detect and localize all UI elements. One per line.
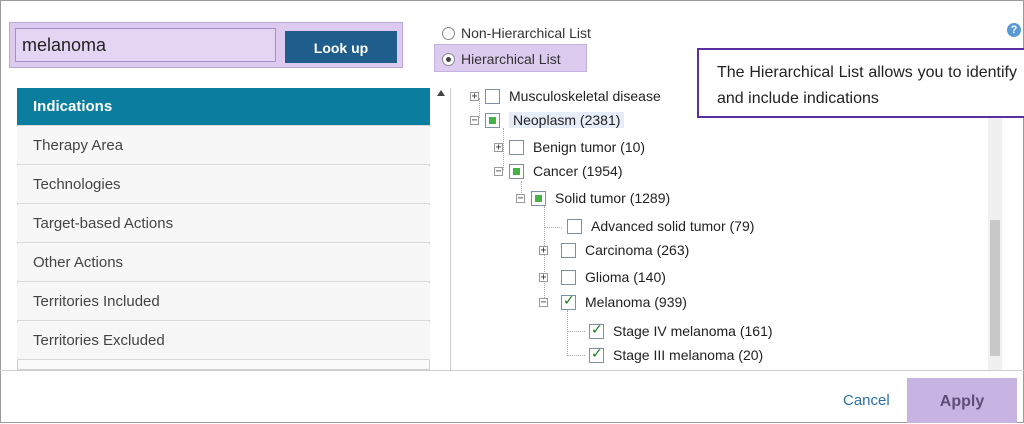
radio-button[interactable] (442, 26, 455, 40)
tree-node-solid-tumor[interactable]: − Solid tumor (1289) (516, 187, 670, 209)
radio-label: Hierarchical List (461, 51, 561, 67)
apply-button[interactable]: Apply (907, 378, 1017, 423)
tree-node-cancer[interactable]: − Cancer (1954) (494, 160, 623, 182)
radio-button-selected[interactable] (442, 52, 455, 66)
footer-divider (0, 370, 1024, 371)
tooltip-callout: The Hierarchical List allows you to iden… (697, 48, 1024, 118)
tree-node-melanoma[interactable]: − Melanoma (939) (539, 291, 687, 313)
tree-node-label: Neoplasm (2381) (509, 112, 625, 128)
nav-item-other-actions[interactable]: Other Actions (17, 244, 430, 282)
checkbox[interactable] (567, 218, 582, 234)
nav-item-indications[interactable]: Indications (17, 88, 430, 126)
tree-connector (544, 227, 562, 228)
checkbox[interactable] (561, 242, 576, 258)
collapse-icon[interactable]: − (494, 166, 503, 176)
checkbox[interactable] (485, 88, 500, 104)
radio-label: Non-Hierarchical List (461, 25, 591, 41)
checkbox-checked[interactable] (589, 322, 604, 339)
tree-connector (567, 355, 585, 356)
tree-scrollbar-thumb[interactable] (990, 220, 1000, 356)
checkbox[interactable] (509, 139, 524, 155)
scroll-up-arrow-icon[interactable] (437, 90, 445, 96)
checkbox[interactable] (561, 269, 576, 285)
checkbox-partial[interactable] (485, 112, 500, 128)
tree-node-label: Benign tumor (10) (533, 139, 646, 155)
tree-node-label: Advanced solid tumor (79) (591, 218, 755, 234)
nav-item-territories-excluded[interactable]: Territories Excluded (17, 322, 430, 360)
collapse-icon[interactable]: − (470, 115, 479, 125)
tree-node-stage-iii-melanoma[interactable]: Stage III melanoma (20) (589, 344, 763, 366)
checkbox-checked[interactable] (589, 346, 604, 363)
tree-node-label: Stage III melanoma (20) (613, 347, 764, 363)
collapse-icon[interactable]: − (539, 297, 548, 307)
question-icon[interactable]: ? (1007, 23, 1021, 37)
checkbox-checked[interactable] (561, 293, 576, 310)
nav-item-territories-included[interactable]: Territories Included (17, 283, 430, 321)
tree-node-neoplasm[interactable]: − Neoplasm (2381) (470, 109, 625, 131)
tree-node-label: Melanoma (939) (585, 294, 687, 310)
tree-node-label: Cancer (1954) (533, 163, 623, 179)
nav-item-therapy-area[interactable]: Therapy Area (17, 127, 430, 165)
tree-node-label: Stage IV melanoma (161) (613, 323, 773, 339)
expand-icon[interactable]: + (494, 142, 503, 152)
tree-node-carcinoma[interactable]: + Carcinoma (263) (539, 239, 689, 261)
expand-icon[interactable]: + (470, 91, 479, 101)
nav-item-target-based-actions[interactable]: Target-based Actions (17, 205, 430, 243)
tree-node-label: Solid tumor (1289) (555, 190, 671, 206)
tree-node-stage-iv-melanoma[interactable]: Stage IV melanoma (161) (589, 320, 773, 342)
radio-non-hierarchical[interactable]: Non-Hierarchical List (437, 22, 591, 44)
lookup-button[interactable]: Look up (285, 31, 397, 63)
expand-icon[interactable]: + (539, 272, 548, 282)
tree-node-benign-tumor[interactable]: + Benign tumor (10) (494, 136, 645, 158)
tree-node-label: Glioma (140) (585, 269, 666, 285)
tree-divider (450, 88, 451, 370)
expand-icon[interactable]: + (539, 245, 548, 255)
tree-left-scroll (436, 88, 448, 370)
tree-node-label: Musculoskeletal disease (509, 88, 661, 104)
tree-connector (567, 310, 568, 354)
tree-connector (567, 331, 585, 332)
checkbox-partial[interactable] (509, 163, 524, 179)
checkbox-partial[interactable] (531, 190, 546, 206)
tree-node-label: Carcinoma (263) (585, 242, 690, 258)
radio-hierarchical[interactable]: Hierarchical List (437, 48, 561, 70)
collapse-icon[interactable]: − (516, 193, 525, 203)
nav-item-technologies[interactable]: Technologies (17, 166, 430, 204)
search-input[interactable] (15, 28, 276, 62)
cancel-link[interactable]: Cancel (843, 392, 890, 409)
tree-node-musculoskeletal[interactable]: + Musculoskeletal disease (470, 85, 661, 107)
tree-node-advanced-solid-tumor[interactable]: Advanced solid tumor (79) (567, 215, 754, 237)
tree-node-glioma[interactable]: + Glioma (140) (539, 266, 666, 288)
